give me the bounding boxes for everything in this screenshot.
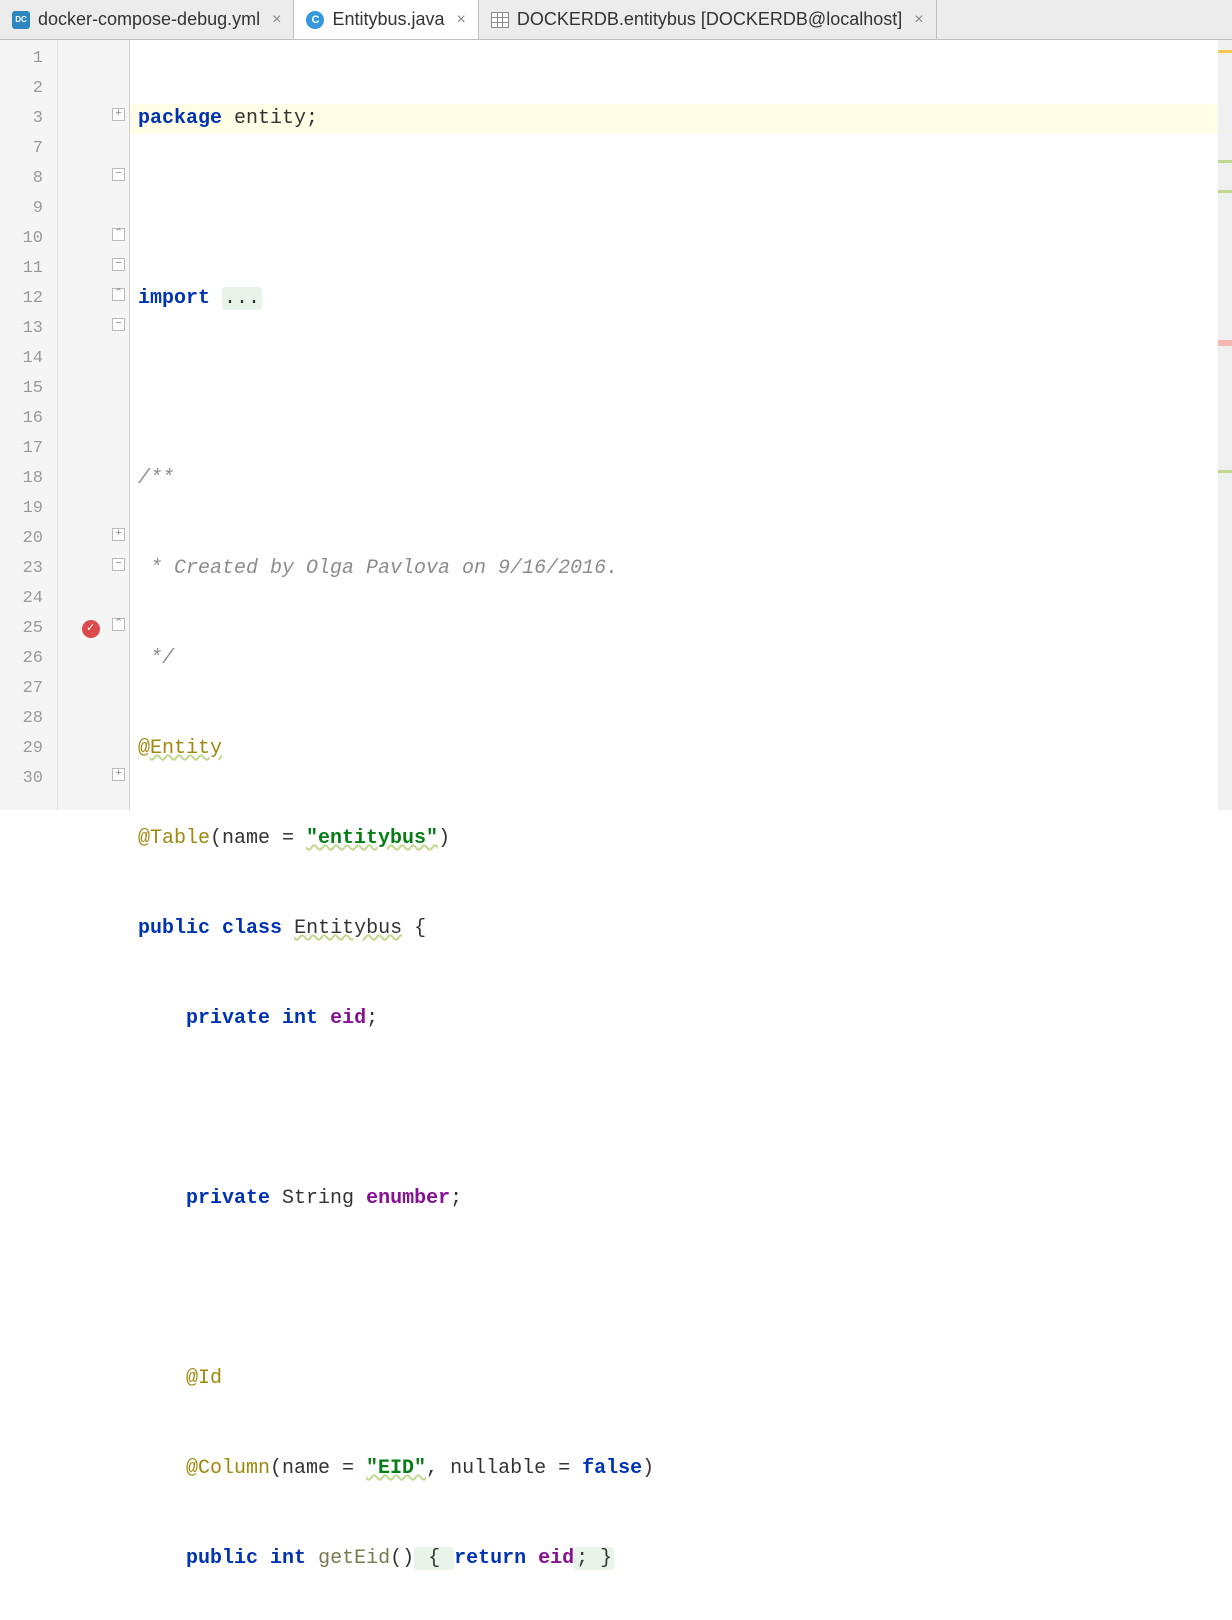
line-number[interactable]: 15: [0, 374, 57, 404]
line-number[interactable]: 29: [0, 734, 57, 764]
line-number[interactable]: 14: [0, 344, 57, 374]
line-number[interactable]: 7: [0, 134, 57, 164]
table-icon: [491, 12, 509, 28]
fold-toggle-icon[interactable]: −: [112, 258, 125, 271]
fold-toggle-icon[interactable]: +: [112, 108, 125, 121]
annotation: @Table: [138, 827, 210, 850]
breakpoint-icon[interactable]: [82, 620, 100, 638]
javadoc: * Created by Olga Pavlova on 9/16/2016.: [138, 557, 618, 580]
field: eid: [330, 1007, 366, 1030]
fold-toggle-icon[interactable]: +: [112, 528, 125, 541]
keyword: class: [222, 917, 282, 940]
keyword: private: [186, 1007, 270, 1030]
keyword: return: [454, 1547, 526, 1570]
keyword: public: [138, 917, 210, 940]
line-number[interactable]: 19: [0, 494, 57, 524]
code-text: ): [642, 1457, 654, 1480]
line-number[interactable]: 27: [0, 674, 57, 704]
line-number[interactable]: 26: [0, 644, 57, 674]
tab-bar: DC docker-compose-debug.yml × C Entitybu…: [0, 0, 1232, 40]
code-text: ;: [450, 1187, 462, 1210]
line-number[interactable]: 20: [0, 524, 57, 554]
scroll-marker[interactable]: [1218, 470, 1232, 473]
line-number[interactable]: 25: [0, 614, 57, 644]
annotation: @Column: [186, 1457, 270, 1480]
line-number[interactable]: 30: [0, 764, 57, 794]
folded-imports[interactable]: ...: [222, 287, 262, 310]
keyword: int: [270, 1547, 306, 1570]
class-name: Entitybus: [294, 917, 402, 940]
fold-toggle-icon[interactable]: −: [112, 168, 125, 181]
line-number[interactable]: 11: [0, 254, 57, 284]
line-number[interactable]: 17: [0, 434, 57, 464]
tab-label: DOCKERDB.entitybus [DOCKERDB@localhost]: [517, 9, 902, 30]
line-number[interactable]: 3: [0, 104, 57, 134]
line-number[interactable]: 12: [0, 284, 57, 314]
line-number[interactable]: 2: [0, 74, 57, 104]
editor: 1237891011121314151617181920232425262728…: [0, 40, 1232, 810]
field: enumber: [366, 1187, 450, 1210]
scroll-marker[interactable]: [1218, 50, 1232, 53]
line-number[interactable]: 18: [0, 464, 57, 494]
line-number[interactable]: 1: [0, 44, 57, 74]
keyword: import: [138, 287, 210, 310]
keyword: int: [282, 1007, 318, 1030]
code-text: ;: [366, 1007, 378, 1030]
line-number[interactable]: 9: [0, 194, 57, 224]
annotation: @Entity: [138, 737, 222, 760]
line-number[interactable]: 10: [0, 224, 57, 254]
code-text: (): [390, 1547, 414, 1570]
tab-docker-compose[interactable]: DC docker-compose-debug.yml ×: [0, 0, 294, 39]
javadoc: */: [138, 647, 174, 670]
tab-label: Entitybus.java: [332, 9, 444, 30]
line-number-gutter[interactable]: 1237891011121314151617181920232425262728…: [0, 40, 58, 810]
fold-toggle-icon[interactable]: +: [112, 768, 125, 781]
code-area[interactable]: package entity; import ... /** * Created…: [130, 40, 1218, 810]
line-number[interactable]: 23: [0, 554, 57, 584]
scroll-marker[interactable]: [1218, 160, 1232, 163]
code-text: (name =: [270, 1457, 366, 1480]
line-number[interactable]: 28: [0, 704, 57, 734]
scroll-marker[interactable]: [1218, 190, 1232, 193]
code-text: ): [438, 827, 450, 850]
javadoc: /**: [138, 467, 174, 490]
line-number[interactable]: 8: [0, 164, 57, 194]
close-icon[interactable]: ×: [457, 11, 466, 29]
line-number[interactable]: 16: [0, 404, 57, 434]
fold-toggle-icon[interactable]: ⌃: [112, 228, 125, 241]
fold-margin[interactable]: + − ⌃ − ⌃ − + − ⌃ +: [58, 40, 130, 810]
code-text: , nullable =: [426, 1457, 582, 1480]
scroll-marker[interactable]: [1218, 340, 1232, 346]
field: eid: [538, 1547, 574, 1570]
fold-toggle-icon[interactable]: −: [112, 318, 125, 331]
tab-entitybus[interactable]: C Entitybus.java ×: [294, 0, 478, 39]
code-text: {: [414, 1547, 454, 1570]
keyword: public: [186, 1547, 258, 1570]
code-text: ; }: [574, 1547, 614, 1570]
keyword: private: [186, 1187, 270, 1210]
string-literal: "EID": [366, 1457, 426, 1480]
code-text: (name =: [210, 827, 306, 850]
string-literal: "entitybus": [306, 827, 438, 850]
fold-toggle-icon[interactable]: ⌃: [112, 288, 125, 301]
line-number[interactable]: 13: [0, 314, 57, 344]
line-number[interactable]: 24: [0, 584, 57, 614]
method: getEid: [318, 1547, 390, 1570]
keyword: false: [582, 1457, 642, 1480]
tab-dockerdb[interactable]: DOCKERDB.entitybus [DOCKERDB@localhost] …: [479, 0, 937, 39]
fold-toggle-icon[interactable]: −: [112, 558, 125, 571]
code-text: {: [402, 917, 426, 940]
type: String: [282, 1187, 354, 1210]
docker-compose-icon: DC: [12, 11, 30, 29]
package-name: entity;: [234, 107, 318, 130]
java-class-icon: C: [306, 11, 324, 29]
keyword: package: [138, 107, 222, 130]
tab-label: docker-compose-debug.yml: [38, 9, 260, 30]
annotation: @Id: [186, 1367, 222, 1390]
close-icon[interactable]: ×: [914, 11, 923, 29]
close-icon[interactable]: ×: [272, 11, 281, 29]
scrollbar[interactable]: [1218, 40, 1232, 810]
fold-toggle-icon[interactable]: ⌃: [112, 618, 125, 631]
